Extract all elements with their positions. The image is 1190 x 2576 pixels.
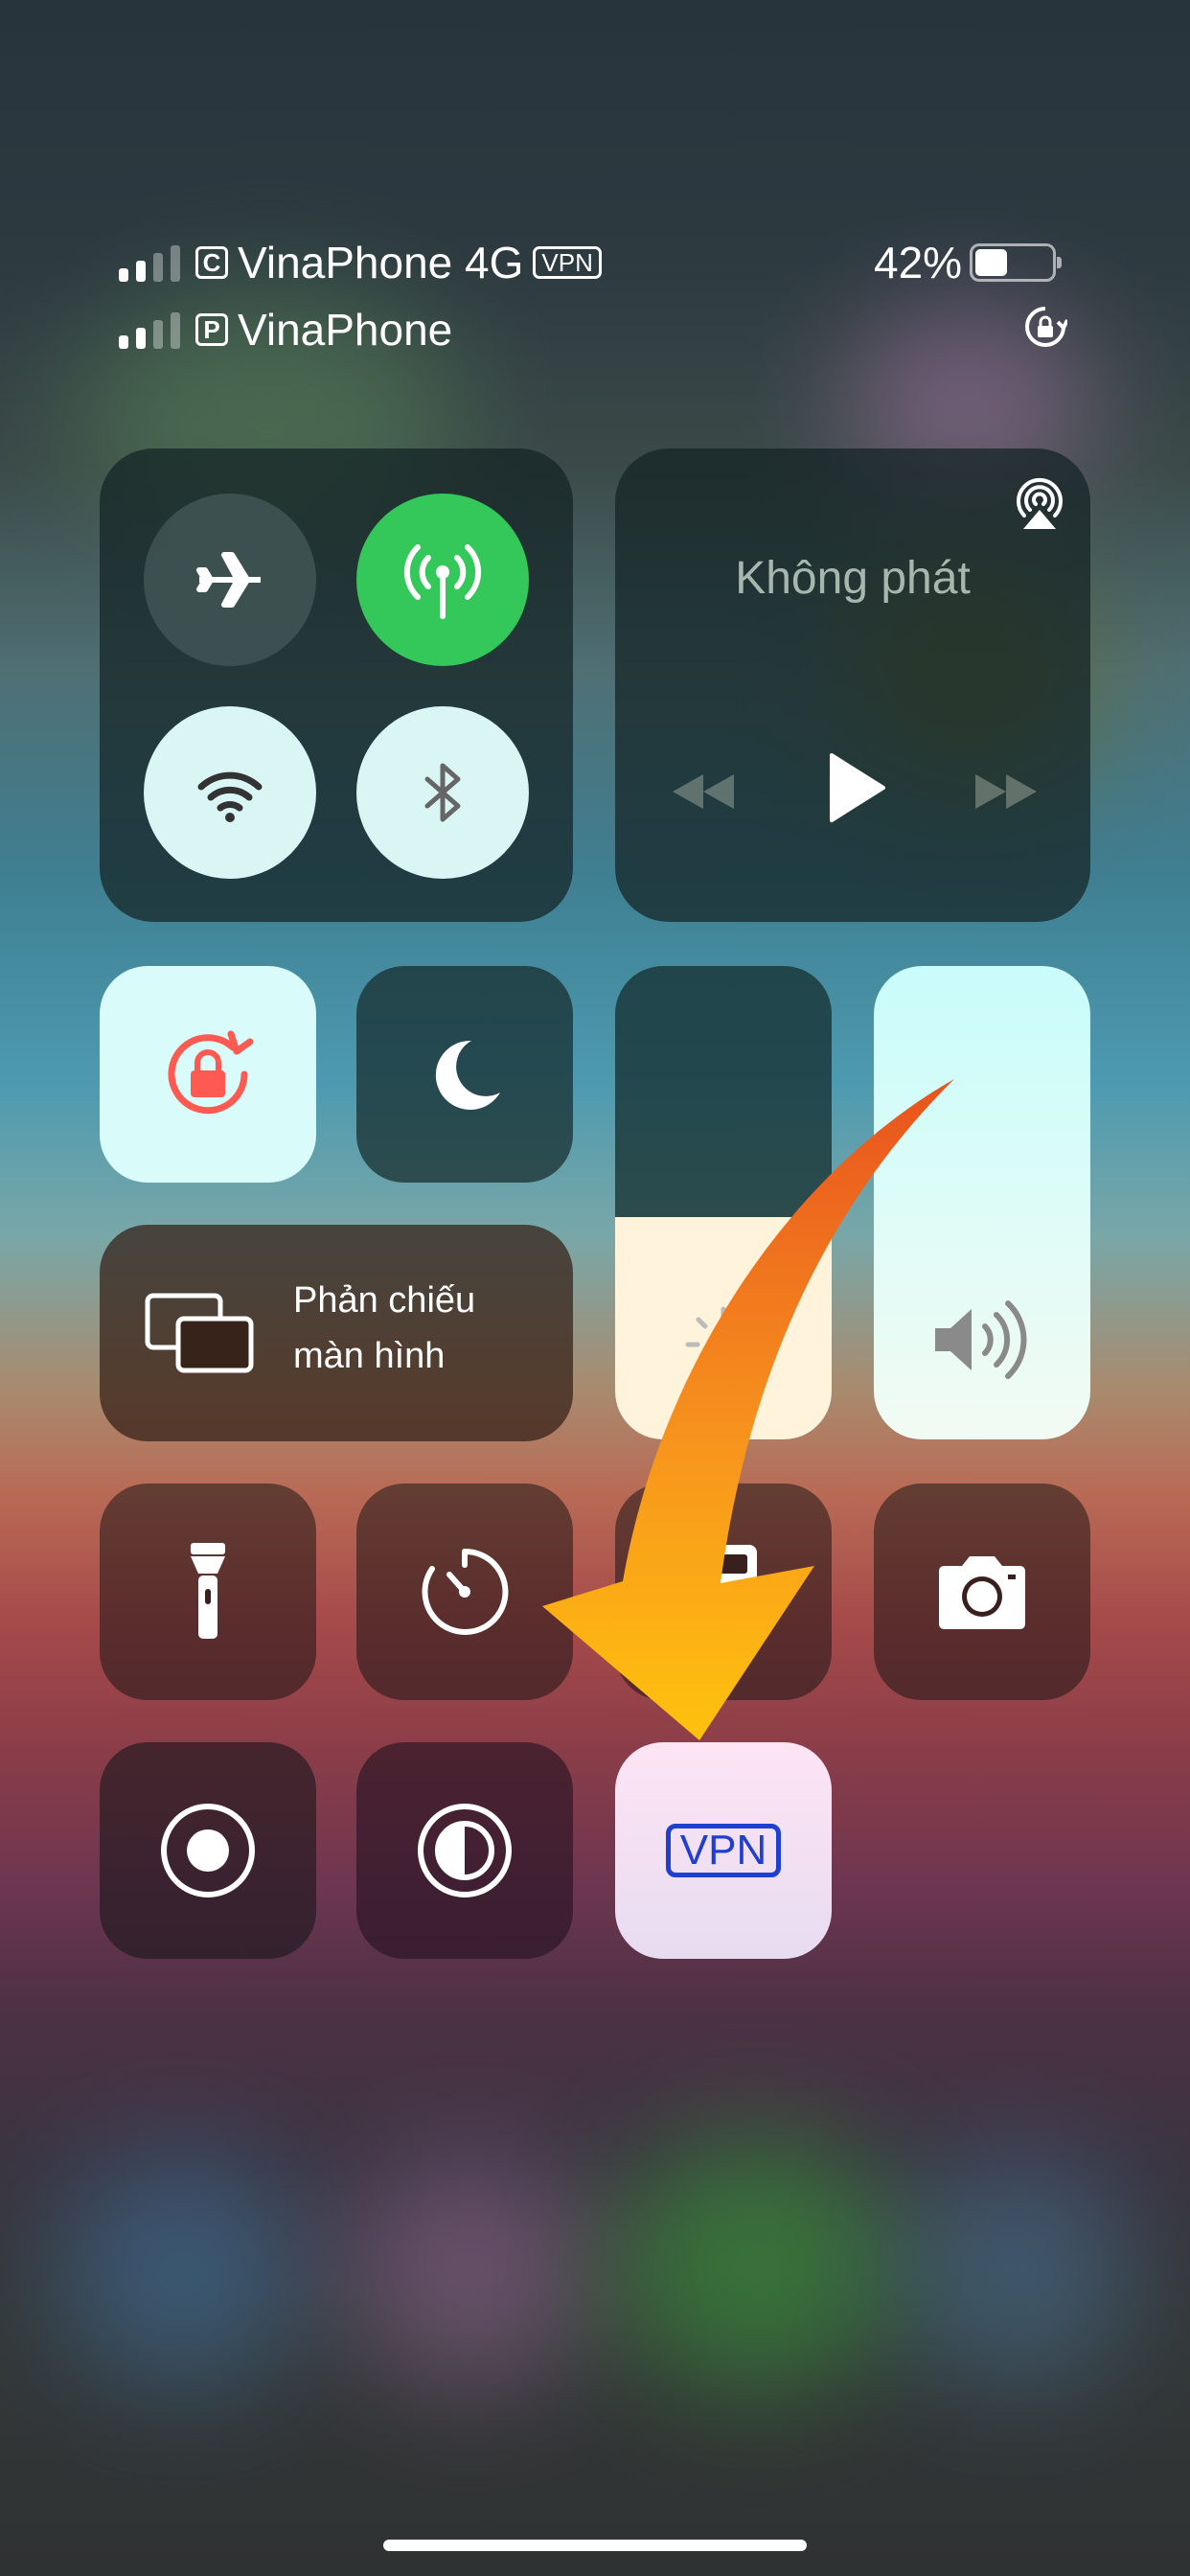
vpn-badge: VPN [533,246,602,279]
do-not-disturb-toggle[interactable] [356,966,573,1183]
camera-button[interactable] [874,1484,1090,1700]
flashlight-button[interactable] [100,1484,316,1700]
screen-record-icon [161,1804,255,1898]
rotation-lock-toggle[interactable] [100,966,316,1183]
calculator-button[interactable] [615,1484,832,1700]
signal-bars-icon [119,243,186,282]
sim-tag: P [195,313,228,346]
carrier-name: VinaPhone 4G [238,238,524,288]
timer-button[interactable] [356,1484,573,1700]
screen-mirroring-icon [145,1293,254,1373]
screen-mirroring-button[interactable]: Phản chiếu màn hình [100,1225,573,1441]
brightness-slider[interactable] [615,966,832,1439]
play-button[interactable] [820,749,889,826]
bluetooth-toggle[interactable] [356,706,529,879]
battery-percent: 42% [874,238,963,288]
battery-status: 42% [874,234,1063,291]
wifi-toggle[interactable] [144,706,316,879]
timer-icon [422,1548,509,1635]
dark-mode-icon [418,1804,512,1898]
airplane-mode-toggle[interactable] [144,494,316,666]
brightness-icon [685,1306,762,1383]
volume-slider[interactable] [874,966,1090,1439]
screen-mirroring-label-line1: Phản chiếu [293,1280,476,1321]
bluetooth-icon [424,763,461,822]
moon-icon [435,1040,500,1110]
airplane-icon [196,552,261,608]
volume-icon [935,1300,1027,1379]
rotation-lock-status-icon [1023,305,1069,349]
battery-icon [970,243,1063,282]
vpn-tile-label: VPN [665,1824,782,1877]
play-icon [830,753,885,822]
home-indicator[interactable] [383,2540,807,2551]
camera-icon [939,1556,1025,1629]
sim-tag: C [195,246,228,279]
vpn-toggle[interactable]: VPN [615,1742,832,1959]
rotation-lock-icon [168,1030,254,1115]
cellular-data-toggle[interactable] [356,494,529,666]
flashlight-icon [191,1543,225,1639]
calculator-icon [690,1545,757,1639]
now-playing-title: Không phát [735,553,971,604]
carrier-name: VinaPhone [238,305,453,355]
dark-mode-button[interactable] [356,1742,573,1959]
rewind-button[interactable] [665,763,742,820]
cellular-icon [403,544,482,619]
rewind-icon [673,774,734,809]
screen-recording-button[interactable] [100,1742,316,1959]
carrier-row-secondary: P VinaPhone [119,301,452,358]
airplay-icon [1017,477,1063,529]
wifi-icon [197,771,263,822]
carrier-row-primary: C VinaPhone 4G VPN [119,234,602,291]
signal-bars-icon [119,310,186,349]
airplay-button[interactable] [1008,472,1071,535]
screen-mirroring-label-line2: màn hình [293,1336,446,1376]
fast-forward-button[interactable] [968,763,1044,820]
fast-forward-icon [975,774,1037,809]
